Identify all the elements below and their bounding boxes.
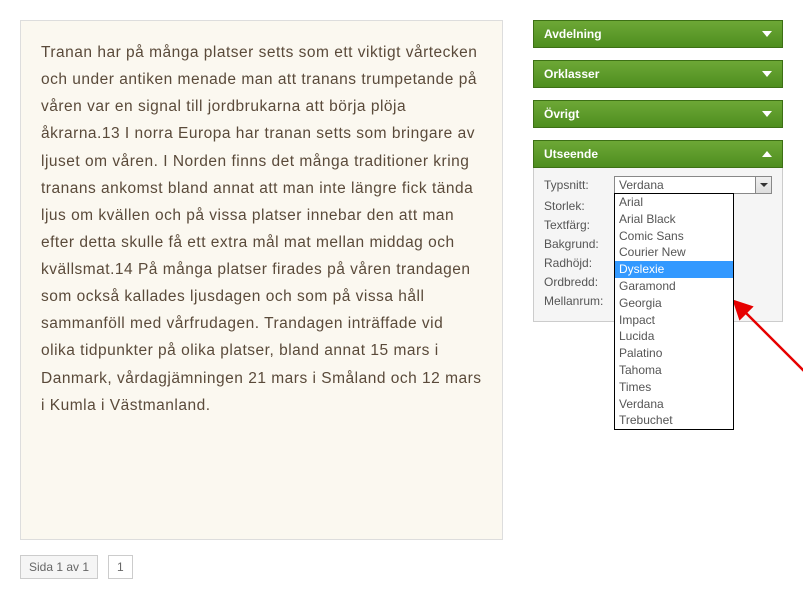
select-value-typsnitt: Verdana [619, 178, 664, 192]
panel-title-orklasser: Orklasser [544, 67, 599, 81]
content-text: Tranan har på många platser setts som et… [41, 39, 482, 419]
dropdown-option[interactable]: Courier New [615, 244, 733, 261]
chevron-down-icon [762, 111, 772, 117]
dropdown-option[interactable]: Arial [615, 194, 733, 211]
panel-avdelning: Avdelning [533, 20, 783, 48]
panel-title-utseende: Utseende [544, 147, 598, 161]
panel-title-avdelning: Avdelning [544, 27, 602, 41]
label-textfarg: Textfärg: [544, 218, 614, 232]
panel-header-avdelning[interactable]: Avdelning [533, 20, 783, 48]
panel-title-ovrigt: Övrigt [544, 107, 579, 121]
dropdown-option[interactable]: Trebuchet [615, 412, 733, 429]
label-ordbredd: Ordbredd: [544, 275, 614, 289]
dropdown-option[interactable]: Georgia [615, 295, 733, 312]
dropdown-arrow-icon [755, 177, 771, 193]
dropdown-option[interactable]: Impact [615, 312, 733, 329]
panel-header-utseende[interactable]: Utseende [533, 140, 783, 168]
dropdown-typsnitt: ArialArial BlackComic SansCourier NewDys… [614, 193, 734, 430]
dropdown-option[interactable]: Lucida [615, 328, 733, 345]
dropdown-option[interactable]: Palatino [615, 345, 733, 362]
label-radhojd: Radhöjd: [544, 256, 614, 270]
label-bakgrund: Bakgrund: [544, 237, 614, 251]
dropdown-option[interactable]: Garamond [615, 278, 733, 295]
content-box: Tranan har på många platser setts som et… [20, 20, 503, 540]
panel-ovrigt: Övrigt [533, 100, 783, 128]
panel-utseende: Utseende Typsnitt: Verdana ArialArial Bl… [533, 140, 783, 322]
pager-info: Sida 1 av 1 [20, 555, 98, 579]
dropdown-option[interactable]: Times [615, 379, 733, 396]
label-typsnitt: Typsnitt: [544, 178, 614, 192]
select-typsnitt[interactable]: Verdana [614, 176, 772, 194]
dropdown-option[interactable]: Verdana [615, 396, 733, 413]
pager: Sida 1 av 1 1 [20, 555, 503, 579]
chevron-down-icon [762, 31, 772, 37]
panel-header-ovrigt[interactable]: Övrigt [533, 100, 783, 128]
panel-orklasser: Orklasser [533, 60, 783, 88]
panel-header-orklasser[interactable]: Orklasser [533, 60, 783, 88]
dropdown-option[interactable]: Dyslexie [615, 261, 733, 278]
dropdown-option[interactable]: Arial Black [615, 211, 733, 228]
dropdown-option[interactable]: Tahoma [615, 362, 733, 379]
label-storlek: Storlek: [544, 199, 614, 213]
row-typsnitt: Typsnitt: Verdana ArialArial BlackComic … [544, 176, 772, 194]
dropdown-option[interactable]: Comic Sans [615, 228, 733, 245]
chevron-down-icon [762, 71, 772, 77]
chevron-up-icon [762, 151, 772, 157]
pager-current[interactable]: 1 [108, 555, 133, 579]
panel-body-utseende: Typsnitt: Verdana ArialArial BlackComic … [533, 168, 783, 322]
label-mellanrum: Mellanrum: [544, 294, 614, 308]
